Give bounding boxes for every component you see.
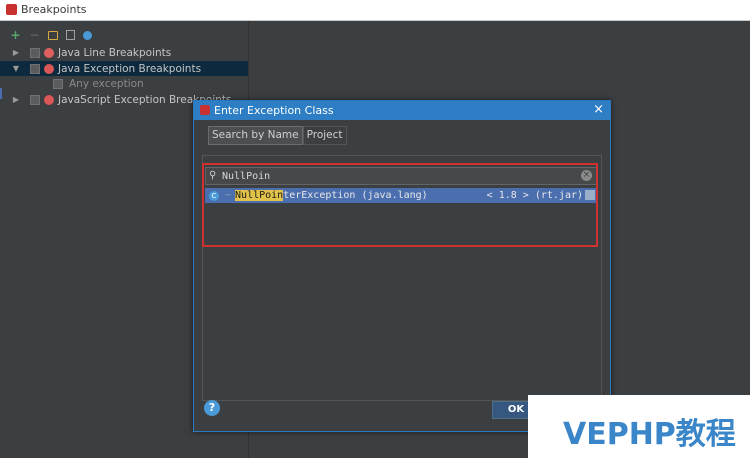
watermark: VEPHP教程 (528, 395, 750, 458)
annotation-highlight-box (202, 163, 598, 247)
view-source-icon[interactable] (83, 30, 92, 40)
window-title: Breakpoints (21, 3, 87, 16)
enter-exception-class-dialog: Enter Exception Class × Search by Name P… (193, 100, 611, 432)
remove-icon[interactable]: − (29, 29, 40, 41)
add-icon[interactable]: + (10, 29, 21, 41)
window-edge-marker (0, 88, 2, 99)
expand-arrow-icon[interactable]: ▶ (11, 95, 21, 104)
watermark-text: VEPHP教程 (563, 417, 736, 452)
exception-breakpoint-icon (44, 63, 54, 74)
group-by-file-icon[interactable] (48, 30, 58, 40)
tree-item-label: Java Line Breakpoints (58, 46, 172, 59)
tab-search-by-name[interactable]: Search by Name (208, 126, 303, 145)
checkbox[interactable] (30, 94, 40, 105)
close-icon[interactable]: × (593, 103, 604, 117)
collapse-arrow-icon[interactable]: ▼ (11, 64, 21, 73)
dialog-tabs: Search by Name Project (208, 126, 347, 145)
app-icon (200, 105, 210, 115)
tree-item-label: Java Exception Breakpoints (58, 62, 202, 75)
js-exception-breakpoint-icon (44, 94, 54, 105)
help-icon[interactable]: ? (204, 400, 220, 416)
tree-item-any-exception[interactable]: Any exception (0, 76, 248, 91)
tab-project[interactable]: Project (302, 126, 347, 145)
dialog-title: Enter Exception Class (214, 104, 334, 117)
tree-item-label: Any exception (69, 77, 144, 90)
checkbox[interactable] (30, 63, 40, 74)
tree-item-java-line-breakpoints[interactable]: ▶ Java Line Breakpoints (0, 45, 248, 60)
tree-toolbar: + − (10, 28, 92, 42)
dialog-titlebar: Enter Exception Class × (194, 101, 610, 120)
app-icon (6, 4, 17, 15)
window-titlebar: Breakpoints (0, 0, 750, 21)
line-breakpoint-icon (44, 47, 54, 58)
checkbox[interactable] (53, 78, 63, 89)
tree-item-java-exception-breakpoints[interactable]: ▼ Java Exception Breakpoints (0, 61, 248, 76)
group-by-class-icon[interactable] (66, 30, 75, 40)
checkbox[interactable] (30, 47, 40, 58)
expand-arrow-icon[interactable]: ▶ (11, 48, 21, 57)
